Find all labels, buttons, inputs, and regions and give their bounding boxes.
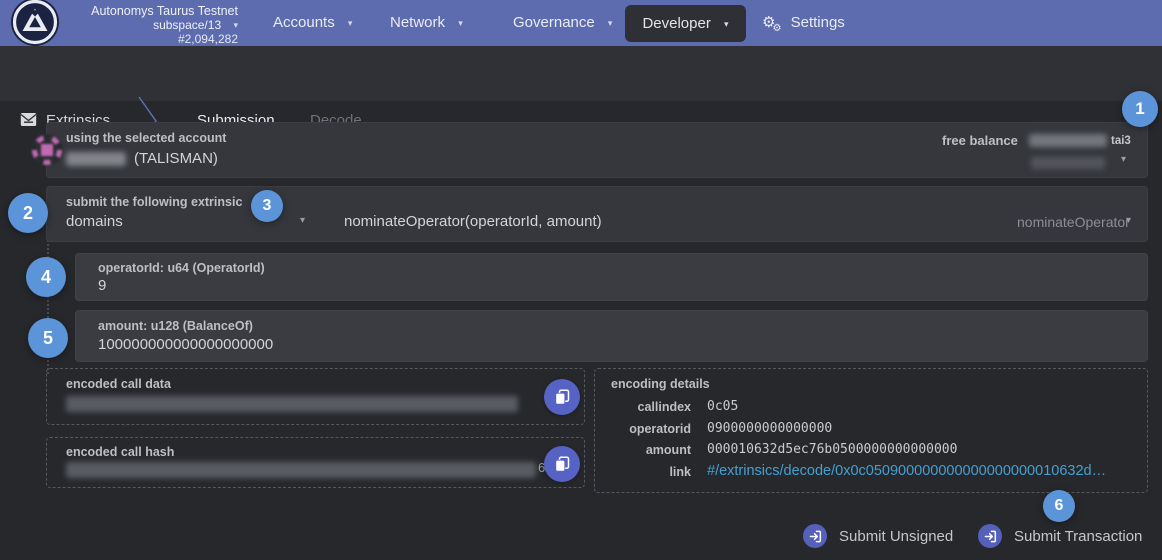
step-badge-2: 2 (8, 193, 48, 233)
encoded-call-hash-label: encoded call hash (66, 445, 174, 459)
callindex-label: callindex (595, 400, 691, 414)
block-number: #2,094,282 (70, 33, 238, 46)
extrinsic-select-row: submit the following extrinsic domains ▾… (46, 186, 1148, 242)
encoding-details-title: encoding details (611, 377, 710, 391)
top-nav-bar: Autonomys Taurus Testnet subspace/13 ▾ #… (0, 0, 1162, 46)
tab-bar: Extrinsics Submission Decode (0, 46, 1162, 101)
chevron-down-icon: ▾ (233, 20, 238, 30)
copy-call-data-button[interactable] (544, 379, 580, 415)
section-dropdown-value[interactable]: domains (66, 213, 123, 230)
step-badge-6: 6 (1043, 490, 1075, 522)
copy-call-hash-button[interactable] (544, 446, 580, 482)
extrinsics-page: Autonomys Taurus Testnet subspace/13 ▾ #… (0, 0, 1162, 560)
step-badge-1: 1 (1122, 91, 1158, 127)
settings-gears-icon: ⚙⚙ (762, 14, 778, 31)
account-select-label: using the selected account (66, 131, 226, 145)
chevron-down-icon: ▾ (608, 18, 613, 28)
settings-label: Settings (791, 14, 845, 31)
param-amount-value[interactable]: 100000000000000000000 (98, 336, 273, 353)
free-balance-value-redacted (1029, 134, 1107, 147)
copy-icon (554, 389, 570, 405)
step-badge-5: 5 (28, 318, 68, 358)
balance-unit: tai3 (1111, 135, 1131, 147)
section-dropdown-caret-icon[interactable]: ▾ (300, 215, 305, 226)
chevron-down-icon: ▾ (724, 19, 729, 29)
free-balance-label: free balance (942, 133, 1018, 148)
operatorid-label: operatorid (595, 422, 691, 436)
step-badge-3: 3 (251, 190, 283, 222)
param-amount-label: amount: u128 (BalanceOf) (98, 319, 253, 333)
param-operatorid-field[interactable]: operatorId: u64 (OperatorId) 9 (75, 253, 1148, 301)
runtime-version[interactable]: subspace/13 ▾ (70, 18, 238, 33)
submit-unsigned-button[interactable]: Submit Unsigned (803, 524, 953, 548)
param-operatorid-label: operatorId: u64 (OperatorId) (98, 261, 265, 275)
balance-unit-caret-icon[interactable]: ▾ (1121, 154, 1126, 165)
account-identicon (30, 133, 64, 167)
nav-accounts[interactable]: Accounts ▾ (273, 0, 352, 46)
nav-settings[interactable]: ⚙⚙ Settings (762, 0, 845, 46)
balance-secondary-redacted (1031, 157, 1105, 169)
chevron-down-icon: ▾ (348, 18, 353, 28)
param-operatorid-value[interactable]: 9 (98, 277, 106, 294)
extrinsics-envelope-icon (20, 112, 37, 127)
encoded-call-data-label: encoded call data (66, 377, 171, 391)
callindex-value: 0c05 (707, 399, 738, 414)
encoding-details-box: encoding details callindex 0c05 operator… (594, 368, 1148, 493)
submit-transaction-label: Submit Transaction (1014, 528, 1142, 545)
operatorid-value: 0900000000000000 (707, 421, 832, 436)
account-source-suffix: (TALISMAN) (134, 150, 218, 167)
copy-icon (554, 456, 570, 472)
encoded-call-hash-box: encoded call hash 6 (46, 437, 585, 488)
method-dropdown-caret-icon[interactable]: ▾ (1126, 215, 1131, 226)
chain-info-block[interactable]: Autonomys Taurus Testnet subspace/13 ▾ #… (70, 4, 238, 46)
param-amount-field[interactable]: amount: u128 (BalanceOf) 100000000000000… (75, 310, 1148, 362)
method-dropdown-value[interactable]: nominateOperator (1017, 214, 1130, 230)
chevron-down-icon: ▾ (458, 18, 463, 28)
nav-governance[interactable]: Governance ▾ (513, 0, 612, 46)
extrinsic-select-label: submit the following extrinsic (66, 195, 242, 209)
autonomys-logo-icon (10, 0, 60, 47)
decode-link[interactable]: #/extrinsics/decode/0x0c0509000000000000… (707, 463, 1106, 479)
encoded-call-hash-redacted (66, 462, 536, 478)
account-name-redacted (66, 152, 126, 166)
amount-hex-label: amount (595, 443, 691, 457)
sign-in-icon (978, 524, 1002, 548)
method-signature: nominateOperator(operatorId, amount) (344, 213, 602, 230)
amount-hex-value: 000010632d5ec76b0500000000000000 (707, 442, 957, 457)
encoded-call-data-redacted (66, 396, 518, 412)
link-label: link (595, 465, 691, 479)
submit-transaction-button[interactable]: Submit Transaction (978, 524, 1142, 548)
submit-unsigned-label: Submit Unsigned (839, 528, 953, 545)
nav-network[interactable]: Network ▾ (390, 0, 463, 46)
account-select-row[interactable]: using the selected account (TALISMAN) fr… (46, 122, 1148, 178)
chain-name: Autonomys Taurus Testnet (70, 4, 238, 18)
encoded-call-data-box: encoded call data (46, 368, 585, 425)
sign-in-icon (803, 524, 827, 548)
nav-developer[interactable]: Developer ▾ (625, 5, 746, 42)
step-badge-4: 4 (26, 257, 66, 297)
